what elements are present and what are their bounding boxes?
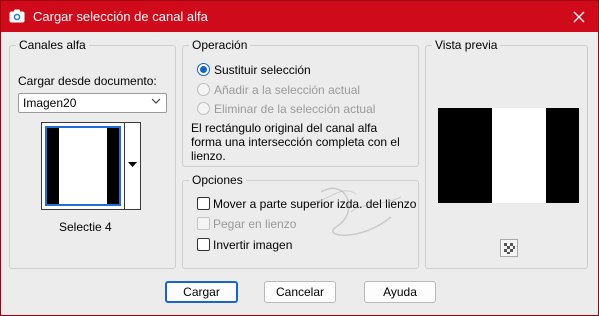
remove-from-selection-label[interactable]: Eliminar de la selección actual [214,102,375,116]
load-from-document-label: Cargar desde documento: [18,74,157,88]
cancel-button[interactable]: Cancelar [264,281,336,303]
options-legend: Opciones [189,173,246,187]
move-to-top-left-label[interactable]: Mover a parte superior izda. del lienzo [213,197,416,211]
options-group: Opciones Mover a parte superior izda. de… [182,173,419,269]
channel-name: Selectie 4 [59,220,112,234]
channel-thumbnail-image [45,126,121,206]
operation-legend: Operación [189,38,251,52]
close-button[interactable] [568,6,590,28]
add-to-selection-label[interactable]: Añadir a la selección actual [214,83,360,97]
triangle-down-icon [128,162,137,167]
preview-group: Vista previa [425,38,588,269]
operation-group: Operación Sustituir selección Añadir a l… [182,38,419,167]
remove-from-selection-radio[interactable] [197,102,210,115]
dialog-window: Cargar selección de canal alfa Canales a… [0,0,599,316]
document-select-value: Imagen20 [23,96,77,110]
paste-on-canvas-checkbox[interactable] [197,217,210,230]
invert-image-checkbox[interactable] [197,238,210,251]
replace-selection-radio[interactable] [197,63,210,76]
preview-image [438,108,579,203]
move-to-top-left-checkbox[interactable] [197,197,210,210]
chevron-down-icon [151,98,161,104]
window-title: Cargar selección de canal alfa [33,9,208,24]
document-select[interactable]: Imagen20 [18,93,167,113]
add-to-selection-radio[interactable] [197,83,210,96]
checkerboard-icon[interactable] [500,239,518,257]
close-icon [573,11,585,23]
channel-dropdown-button[interactable] [124,122,141,210]
title-bar: Cargar selección de canal alfa [1,1,598,32]
invert-image-label[interactable]: Invertir imagen [213,238,292,252]
load-button[interactable]: Cargar [165,281,238,303]
operation-description: El rectángulo original del canal alfa fo… [191,121,400,163]
camera-icon [9,9,25,23]
help-button[interactable]: Ayuda [364,281,436,303]
alpha-channels-legend: Canales alfa [16,38,89,52]
channel-thumbnail[interactable] [41,122,125,210]
replace-selection-label[interactable]: Sustituir selección [214,63,311,77]
paste-on-canvas-label[interactable]: Pegar en lienzo [213,217,296,231]
dialog-body: Canales alfa Cargar desde documento: Ima… [1,32,598,315]
alpha-channels-group: Canales alfa Cargar desde documento: Ima… [9,38,176,269]
preview-legend: Vista previa [432,38,501,52]
